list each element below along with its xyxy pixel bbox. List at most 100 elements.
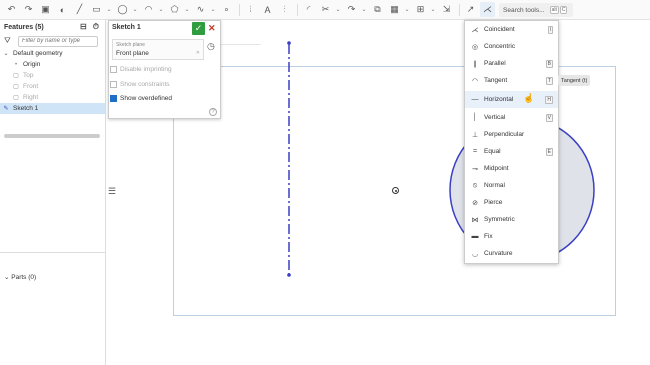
sketch-plane-field[interactable]: Sketch plane Front plane ✕ [112,39,204,60]
feature-list-header: Features (5) ⊟ ⏱ [0,20,105,34]
line-icon[interactable]: ╱ [72,2,87,17]
text-icon[interactable]: A [260,2,275,17]
search-tools-input[interactable]: Search tools... alt C [499,3,573,17]
symmetric-icon: ⋈ [471,216,479,224]
use-icon[interactable]: ⧉ [370,2,385,17]
tree-item-right[interactable]: ▢ Right [0,92,105,103]
list-icon[interactable]: ☰ [108,186,120,198]
menu-item-parallel[interactable]: ∥ Parallel B [465,55,558,72]
menu-item-label: Tangent [484,77,508,84]
tangent-tooltip: Tangent (t) [558,75,591,86]
clear-icon[interactable]: ✕ [196,50,200,56]
checkbox-box[interactable] [110,95,117,102]
menu-item-horizontal[interactable]: — Horizontal H [465,91,558,108]
plane-icon: ▢ [13,95,19,101]
equal-icon: = [472,148,478,155]
parts-header[interactable]: ⌄ Parts (0) [4,273,36,281]
chevron-down-icon[interactable]: ⌄ [430,2,436,17]
show-overdefined-checkbox[interactable]: Show overdefined [110,95,172,102]
checkbox-box[interactable] [110,81,117,88]
coincident-icon: ⋌ [471,26,479,34]
cancel-button[interactable]: ✕ [208,23,216,34]
fix-icon: ▬ [471,233,479,240]
circle-icon[interactable]: ◯ [115,2,130,17]
sketch-icon[interactable]: ▣ [38,2,53,17]
transform-icon[interactable]: ⊞ [413,2,428,17]
polygon-icon[interactable]: ⬠ [167,2,182,17]
offset-icon[interactable]: ↷ [344,2,359,17]
chevron-down-icon[interactable]: ⌄ [158,2,164,17]
menu-item-equal[interactable]: = Equal E [465,143,558,160]
menu-item-fix[interactable]: ▬ Fix [465,228,558,245]
menu-item-vertical[interactable]: │ Vertical V [465,109,558,126]
tree-item-origin[interactable]: • Origin [0,59,105,70]
menu-item-midpoint[interactable]: ⊸ Midpoint [465,160,558,177]
fillet-icon[interactable]: ◜ [301,2,316,17]
filter-icon[interactable]: ⛛ [4,36,18,46]
tree-item-top[interactable]: ▢ Top [0,70,105,81]
folder-icon[interactable]: ⊟ [80,22,87,32]
import-icon[interactable]: ⇲ [439,2,454,17]
menu-item-label: Concentric [484,43,516,50]
tree-item-front[interactable]: ▢ Front [0,81,105,92]
chevron-down-icon[interactable]: ⌄ [404,2,410,17]
menu-item-label: Midpoint [484,165,509,172]
redo-icon[interactable]: ↷ [21,2,36,17]
menu-item-label: Perpendicular [484,131,525,138]
chevron-down-icon: ⌄ [4,274,10,281]
show-constraints-checkbox[interactable]: Show constraints [110,81,170,88]
mirror-icon[interactable]: ⫶ [277,2,292,17]
concentric-icon: ◎ [471,43,479,51]
chevron-down-icon[interactable]: ⌄ [106,2,112,17]
chevron-down-icon[interactable]: ⌄ [210,2,216,17]
feature-list-panel: Features (5) ⊟ ⏱ ⛛ ⌄ Default geometry • … [0,20,106,365]
menu-item-coincident[interactable]: ⋌ Coincident I [465,21,558,38]
menu-item-normal[interactable]: ⦸ Normal [465,177,558,194]
constraint-icon[interactable]: ⋌ [480,2,495,17]
menu-item-pierce[interactable]: ⊘ Pierce [465,194,558,211]
pierce-icon: ⊘ [472,199,478,207]
checkbox-box[interactable] [110,66,117,73]
feature-filter-input[interactable] [18,35,98,47]
rectangle-icon[interactable]: ▭ [89,2,104,17]
menu-item-concentric[interactable]: ◎ Concentric [465,38,558,55]
disable-imprinting-checkbox[interactable]: Disable imprinting [110,66,172,73]
history-icon[interactable]: ◷ [207,41,215,52]
chevron-down-icon[interactable]: ⌄ [335,2,341,17]
menu-item-tangent[interactable]: ◠ Tangent T [465,72,558,89]
origin-point[interactable] [392,187,399,194]
menu-item-curvature[interactable]: ◡ Curvature [465,245,558,262]
chevron-down-icon[interactable]: ⌄ [184,2,190,17]
arc-icon[interactable]: ◠ [141,2,156,17]
menu-item-perpendicular[interactable]: ⊥ Perpendicular [465,126,558,143]
parts-divider [0,252,105,253]
menu-item-label: Symmetric [484,216,515,223]
feature-list-scrollbar[interactable] [4,134,100,138]
horizontal-icon: — [471,96,479,103]
toolbar-divider [239,3,240,16]
undo-icon[interactable]: ↶ [4,2,19,17]
help-icon[interactable]: ? [209,108,217,116]
tree-item-label: Top [23,72,34,79]
tree-item-default-geometry[interactable]: ⌄ Default geometry [0,48,105,59]
chevron-down-icon[interactable]: ⌄ [132,2,138,17]
spline-icon[interactable]: ∿ [193,2,208,17]
construction-icon[interactable]: ⦙ [243,2,258,17]
menu-item-symmetric[interactable]: ⋈ Symmetric [465,211,558,228]
confirm-button[interactable]: ✓ [192,22,205,35]
pattern-icon[interactable]: ▦ [387,2,402,17]
toolbar-divider [297,3,298,16]
trim-icon[interactable]: ✂ [318,2,333,17]
tree-item-sketch-1[interactable]: ✎ Sketch 1 [0,103,105,114]
curvature-icon: ◡ [471,250,479,258]
dimension-icon[interactable]: ↗ [463,2,478,17]
show-constraints-icon[interactable]: ◐ [55,2,70,17]
chevron-down-icon[interactable]: ⌄ [361,2,367,17]
rollback-timer-icon[interactable]: ⏱ [93,22,99,32]
chevron-down-icon[interactable]: ⌄ [2,50,10,57]
menu-item-label: Pierce [484,199,503,206]
point-icon[interactable]: ∘ [219,2,234,17]
sketch-dialog-title: Sketch 1 [112,24,141,31]
vertical-icon: │ [472,114,478,121]
search-tools-placeholder: Search tools... [503,6,545,14]
